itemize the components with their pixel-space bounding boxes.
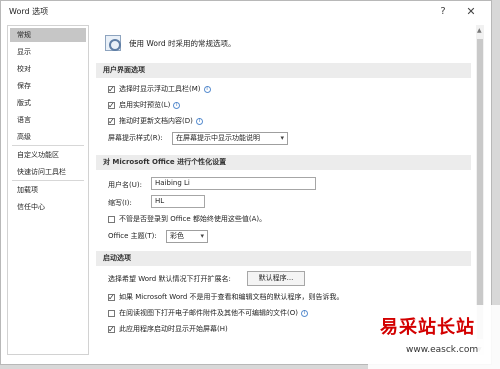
checkbox-icon[interactable] bbox=[108, 309, 115, 317]
drag-update-option[interactable]: 拖动时更新文档内容(D)i bbox=[108, 115, 203, 128]
sidebar-item-customize-ribbon[interactable]: 自定义功能区 bbox=[10, 148, 86, 162]
office-theme-label: Office 主题(T): bbox=[108, 232, 157, 240]
info-icon: i bbox=[203, 85, 211, 93]
checkbox-icon[interactable] bbox=[108, 291, 115, 304]
default-programs-button[interactable]: 默认程序... bbox=[247, 271, 305, 286]
sidebar-divider bbox=[12, 145, 84, 146]
sidebar-item-layout[interactable]: 版式 bbox=[10, 96, 86, 110]
reading-view-option[interactable]: 在阅读视图下打开电子邮件附件及其他不可编辑的文件(O) i bbox=[108, 307, 308, 320]
sidebar-item-advanced[interactable]: 高级 bbox=[10, 130, 86, 144]
scroll-up-icon[interactable]: ▲ bbox=[477, 27, 482, 34]
info-icon: i bbox=[173, 101, 181, 109]
office-theme-select[interactable]: 彩色 bbox=[166, 230, 208, 243]
sidebar-item-quick-access-toolbar[interactable]: 快速访问工具栏 bbox=[10, 165, 86, 179]
checkbox-icon[interactable] bbox=[108, 99, 115, 112]
live-preview-option[interactable]: 启用实时预览(L)i bbox=[108, 99, 181, 112]
option-label: 在阅读视图下打开电子邮件附件及其他不可编辑的文件(O) bbox=[119, 309, 298, 317]
checkbox-icon[interactable] bbox=[108, 115, 115, 128]
option-label: 此应用程序启动时显示开始屏幕(H) bbox=[119, 325, 228, 333]
sidebar-item-add-ins[interactable]: 加载项 bbox=[10, 183, 86, 197]
option-label: 启用实时预览(L) bbox=[119, 101, 171, 109]
gear-icon bbox=[105, 35, 121, 51]
option-label: 选择时显示浮动工具栏(M) bbox=[119, 85, 201, 93]
screen-tip-label: 屏幕提示样式(R): bbox=[108, 134, 163, 142]
site-watermark: 易采站长站 www.easck.com bbox=[368, 305, 500, 369]
help-button[interactable]: ? bbox=[435, 4, 451, 20]
startup-options-section: 启动选项 bbox=[96, 251, 471, 266]
mini-toolbar-option[interactable]: 选择时显示浮动工具栏(M)i bbox=[108, 83, 211, 96]
option-label: 不管是否登录到 Office 都始终使用这些值(A)。 bbox=[119, 215, 267, 223]
sidebar-item-save[interactable]: 保存 bbox=[10, 79, 86, 93]
checkbox-icon[interactable] bbox=[108, 83, 115, 96]
option-label: 拖动时更新文档内容(D) bbox=[119, 117, 193, 125]
window-title: Word 选项 bbox=[9, 7, 49, 16]
info-icon: i bbox=[195, 117, 203, 125]
username-label: 用户名(U): bbox=[108, 181, 142, 189]
username-input[interactable]: Haibing Li bbox=[151, 177, 316, 190]
checkbox-icon[interactable] bbox=[108, 215, 115, 223]
default-program-option[interactable]: 如果 Microsoft Word 不是用于查看和编辑文档的默认程序，则告诉我。 bbox=[108, 291, 344, 304]
options-sidebar: 常规 显示 校对 保存 版式 语言 高级 自定义功能区 快速访问工具栏 加载项 … bbox=[7, 25, 89, 355]
title-bar: Word 选项 ? ✕ bbox=[1, 1, 491, 23]
initials-label: 缩写(I): bbox=[108, 199, 132, 207]
default-extension-label: 选择希望 Word 默认情况下打开扩展名: bbox=[108, 275, 231, 283]
sidebar-divider bbox=[12, 180, 84, 181]
scroll-thumb[interactable] bbox=[477, 39, 483, 339]
sidebar-item-display[interactable]: 显示 bbox=[10, 45, 86, 59]
checkbox-icon[interactable] bbox=[108, 323, 115, 336]
personalize-section: 对 Microsoft Office 进行个性化设置 bbox=[96, 155, 471, 170]
watermark-url: www.easck.com bbox=[406, 345, 479, 355]
sidebar-item-trust-center[interactable]: 信任中心 bbox=[10, 200, 86, 214]
watermark-brand: 易采站长站 bbox=[380, 317, 475, 338]
close-button[interactable]: ✕ bbox=[463, 4, 479, 20]
always-use-values-option[interactable]: 不管是否登录到 Office 都始终使用这些值(A)。 bbox=[108, 213, 266, 226]
info-icon: i bbox=[300, 309, 308, 317]
ui-options-section: 用户界面选项 bbox=[96, 63, 471, 78]
screen-tip-style-select[interactable]: 在屏幕提示中显示功能说明 bbox=[172, 132, 288, 145]
sidebar-item-general[interactable]: 常规 bbox=[10, 28, 86, 42]
initials-input[interactable]: HL bbox=[151, 195, 205, 208]
sidebar-item-language[interactable]: 语言 bbox=[10, 113, 86, 127]
panel-title: 使用 Word 时采用的常规选项。 bbox=[129, 39, 236, 48]
option-label: 如果 Microsoft Word 不是用于查看和编辑文档的默认程序，则告诉我。 bbox=[119, 293, 344, 301]
sidebar-item-proofing[interactable]: 校对 bbox=[10, 62, 86, 76]
start-screen-option[interactable]: 此应用程序启动时显示开始屏幕(H) bbox=[108, 323, 228, 336]
